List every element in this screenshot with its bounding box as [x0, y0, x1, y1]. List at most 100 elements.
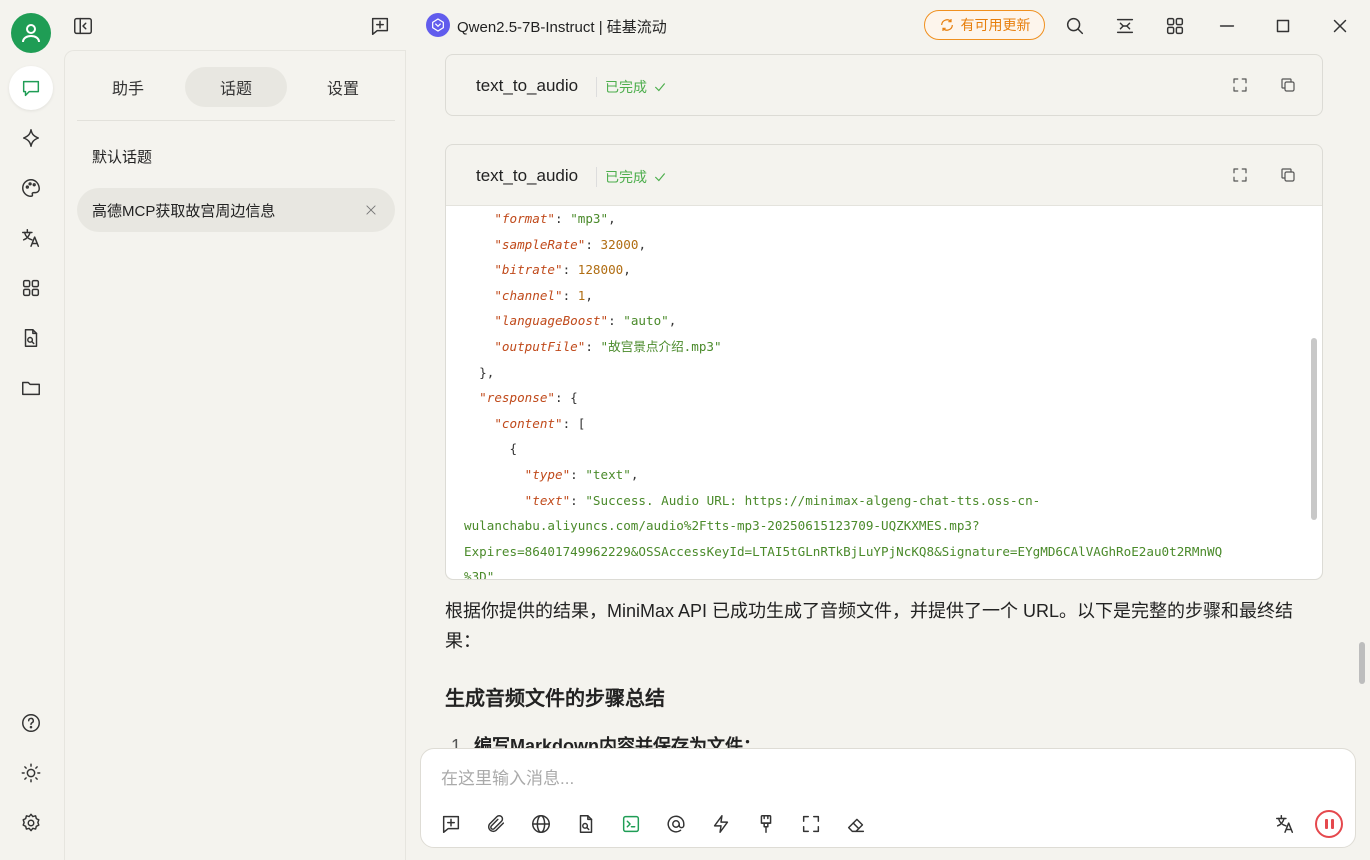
paperclip-icon: [487, 815, 505, 833]
translate-input-button[interactable]: [1272, 811, 1298, 837]
web-search-button[interactable]: [528, 811, 554, 837]
code-line: "outputFile": "故宫景点介绍.mp3": [464, 334, 1322, 360]
code-line: Expires=86401749962229&OSSAccessKeyId=LT…: [464, 539, 1322, 565]
code-token: ,: [668, 313, 677, 329]
code-token: "content": [494, 415, 563, 431]
code-token: "format": [494, 211, 556, 226]
copy-button[interactable]: [1276, 73, 1300, 97]
rail-files-search-button[interactable]: [9, 316, 53, 360]
code-line: "languageBoost": "auto",: [464, 308, 1322, 334]
rail-help-button[interactable]: [9, 701, 53, 745]
code-token: "故宫景点介绍.mp3": [600, 338, 722, 354]
code-token: "auto": [623, 313, 669, 329]
maximize-icon: [1276, 19, 1290, 33]
new-topic-icon: [442, 815, 460, 833]
eraser-icon: [847, 818, 865, 833]
code-scrollbar[interactable]: [1311, 338, 1317, 520]
tool-call-card[interactable]: text_to_audio 已完成 "format": "mp3", "samp…: [445, 144, 1323, 580]
close-window-button[interactable]: [1327, 13, 1353, 39]
new-topic-button[interactable]: [367, 13, 393, 39]
code-line: "bitrate": 128000,: [464, 257, 1322, 283]
mcp-tools-button[interactable]: [618, 811, 644, 837]
toggle-sidebar-button[interactable]: [70, 13, 96, 39]
title-bar: Qwen2.5-7B-Instruct | 硅基流动 有可用更新: [0, 0, 1370, 53]
code-token: "bitrate": [494, 262, 563, 278]
code-line: "content": [: [464, 411, 1322, 437]
pause-icon: [1324, 819, 1328, 829]
message-composer: [420, 748, 1356, 848]
tool-name: text_to_audio: [476, 76, 579, 95]
code-line: "text": "Success. Audio URL: https://min…: [464, 488, 1322, 514]
code-token: %3D": [464, 569, 495, 579]
code-token: "sampleRate": [494, 236, 586, 252]
fullscreen-button[interactable]: [798, 811, 824, 837]
code-token: :: [608, 313, 624, 329]
rail-theme-button[interactable]: [9, 751, 53, 795]
answer-list-item: 1. 编写Markdown内容并保存为文件：: [451, 734, 761, 748]
narrow-mode-icon: [1116, 18, 1134, 34]
mention-button[interactable]: [663, 811, 689, 837]
sun-icon: [21, 763, 41, 783]
search-button[interactable]: [1062, 13, 1088, 39]
user-icon: [22, 24, 40, 43]
rail-agents-button[interactable]: [9, 116, 53, 160]
copy-button[interactable]: [1276, 163, 1300, 187]
new-topic-tool-button[interactable]: [438, 811, 464, 837]
tool-name: text_to_audio: [476, 166, 579, 185]
user-avatar[interactable]: [11, 13, 51, 53]
code-token: "text": [524, 492, 571, 508]
delete-topic-button[interactable]: [361, 200, 381, 220]
code-token: {: [509, 441, 518, 457]
answer-heading: 生成音频文件的步骤总结: [445, 688, 665, 710]
status-label: 已完成: [605, 79, 647, 95]
topic-item-default[interactable]: 默认话题: [77, 134, 395, 178]
code-token: "response": [479, 390, 555, 406]
rail-translate-button[interactable]: [9, 216, 53, 260]
rail-folder-button[interactable]: [9, 366, 53, 410]
code-token: "languageBoost": [494, 313, 609, 329]
rail-settings-button[interactable]: [9, 801, 53, 845]
code-token: ,: [630, 466, 639, 482]
code-token: ,: [623, 262, 631, 278]
message-input[interactable]: [441, 767, 1321, 791]
panel-divider: [77, 120, 395, 121]
attach-button[interactable]: [483, 811, 509, 837]
knowledge-base-button[interactable]: [573, 811, 599, 837]
tool-card-header: text_to_audio 已完成: [446, 55, 1322, 115]
gear-icon: [22, 813, 40, 832]
rail-paint-button[interactable]: [9, 166, 53, 210]
tool-result-code[interactable]: "format": "mp3", "sampleRate": 32000, "b…: [446, 205, 1322, 579]
minimize-button[interactable]: [1214, 13, 1240, 39]
expand-button[interactable]: [1228, 73, 1252, 97]
topic-item-active[interactable]: 高德MCP获取故宫周边信息: [77, 188, 395, 232]
expand-button[interactable]: [1228, 163, 1252, 187]
rail-chat-button[interactable]: [9, 66, 53, 110]
code-line: },: [464, 360, 1322, 386]
clear-context-button[interactable]: [843, 811, 869, 837]
tool-status: 已完成: [596, 167, 667, 187]
model-selector[interactable]: Qwen2.5-7B-Instruct | 硅基流动: [457, 16, 667, 37]
new-topic-icon: [371, 17, 389, 35]
rail-apps-button[interactable]: [9, 266, 53, 310]
chat-scrollbar[interactable]: [1359, 642, 1365, 684]
topic-label: 高德MCP获取故宫周边信息: [92, 202, 276, 220]
tab-topics[interactable]: 话题: [185, 67, 287, 107]
code-token: :: [585, 338, 601, 354]
tab-settings[interactable]: 设置: [292, 67, 394, 107]
code-line: wulanchabu.aliyuncs.com/audio%2Ftts-mp3-…: [464, 513, 1322, 539]
code-token: ,: [608, 211, 616, 226]
narrow-mode-button[interactable]: [1112, 13, 1138, 39]
clear-format-button[interactable]: [753, 811, 779, 837]
tab-assistants[interactable]: 助手: [77, 67, 179, 107]
chat-icon: [22, 80, 40, 97]
quick-phrase-button[interactable]: [708, 811, 734, 837]
maximize-button[interactable]: [1270, 13, 1296, 39]
close-icon: [366, 205, 376, 215]
tool-status: 已完成: [596, 77, 667, 97]
pause-generation-button[interactable]: [1315, 810, 1343, 838]
update-available-button[interactable]: 有可用更新: [924, 10, 1045, 40]
tool-call-card[interactable]: text_to_audio 已完成: [445, 54, 1323, 116]
apps-layout-button[interactable]: [1162, 13, 1188, 39]
check-icon: [654, 173, 666, 182]
code-block: "format": "mp3", "sampleRate": 32000, "b…: [464, 206, 1322, 579]
